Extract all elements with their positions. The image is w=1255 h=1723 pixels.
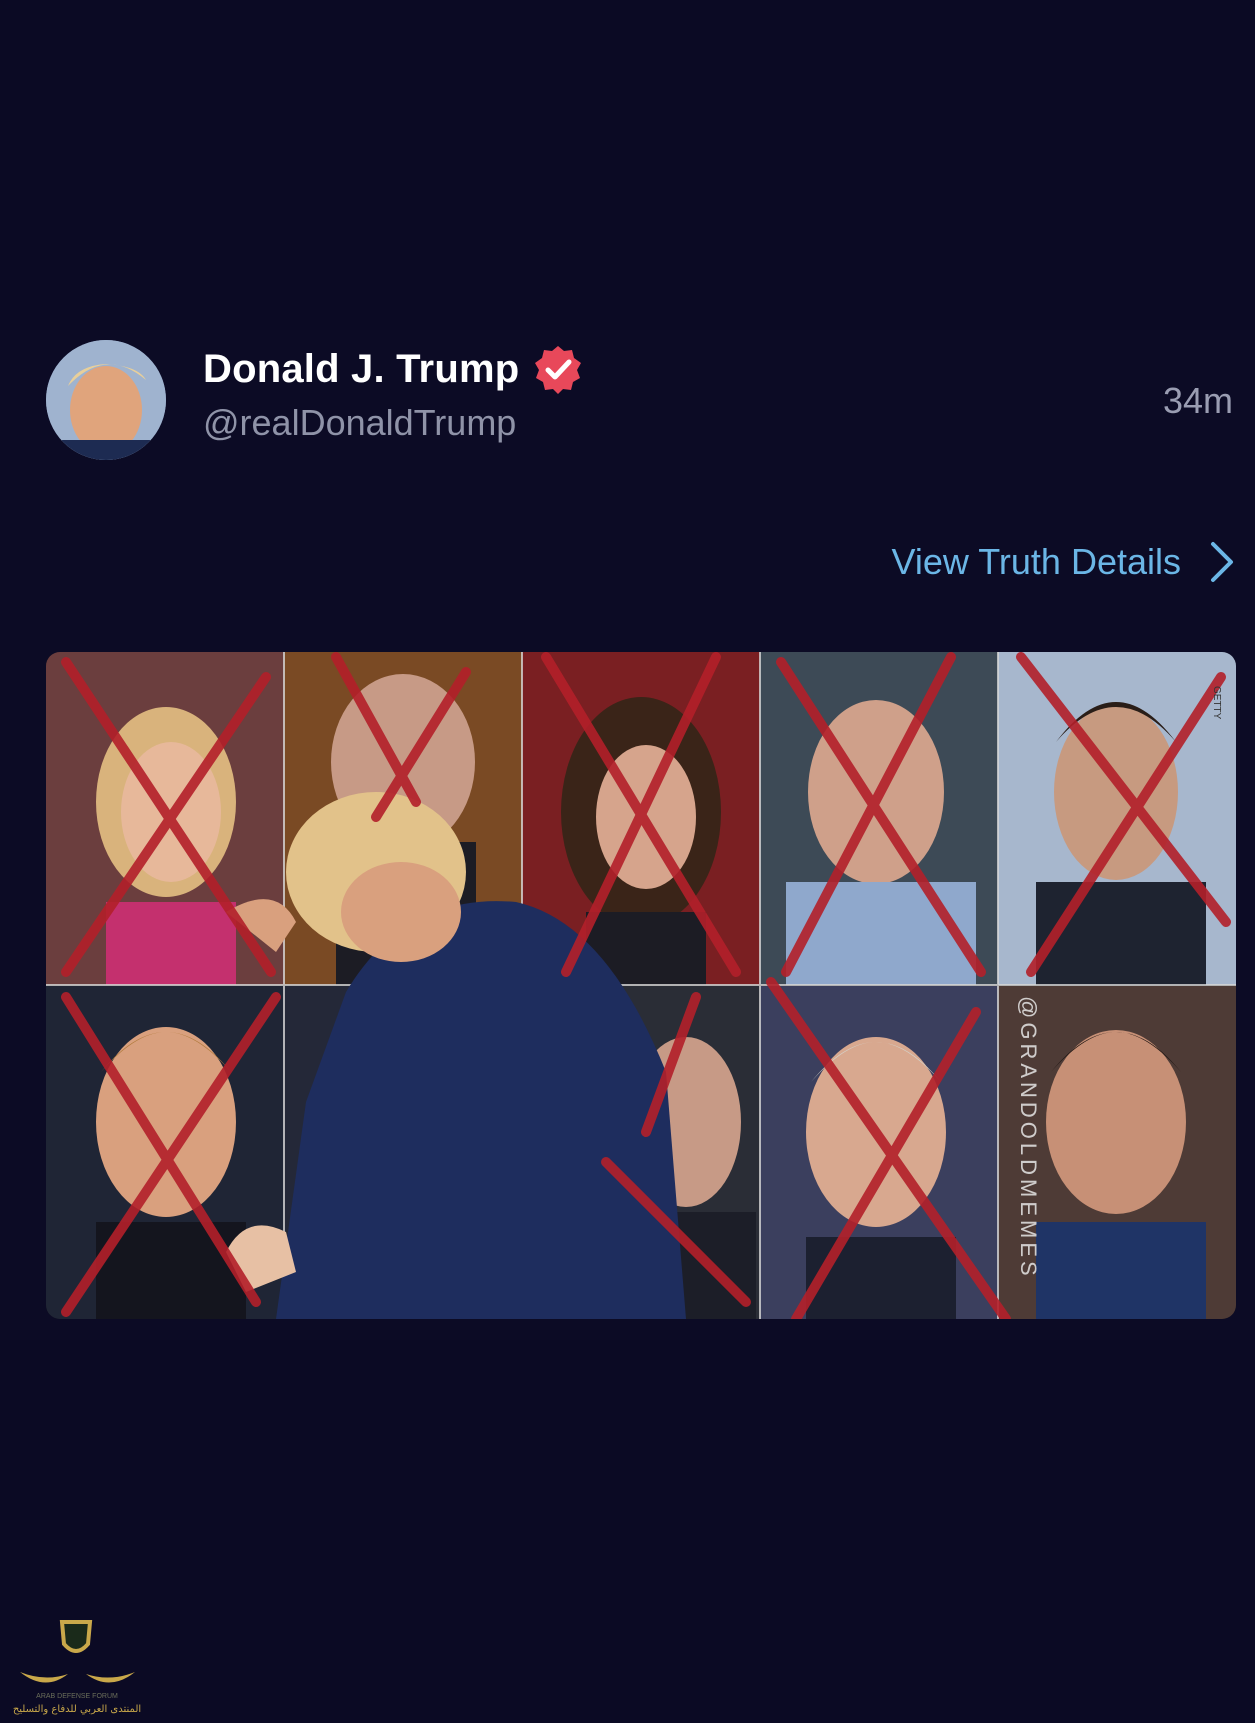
post-image[interactable]: @GRANDOLDMEMES GETTY (46, 652, 1236, 1319)
post-timestamp: 34m (1162, 380, 1233, 421)
author-row: Donald J. Trump (203, 344, 583, 394)
author-handle[interactable]: @realDonaldTrump (203, 402, 516, 444)
display-name[interactable]: Donald J. Trump (203, 347, 519, 392)
avatar[interactable] (46, 340, 166, 460)
forum-logo-english: ARAB DEFENSE FORUM (36, 1693, 118, 1700)
verified-check-icon (535, 346, 582, 394)
media-watermark: @GRANDOLDMEMES (1016, 996, 1041, 1280)
media-credit: GETTY (1211, 686, 1222, 720)
truth-post: Donald J. Trump @realDonaldTrump 34m Vie… (0, 330, 1255, 1340)
forum-logo: ARAB DEFENSE FORUM المنتدى العربي للدفاع… (13, 1620, 141, 1715)
view-truth-details-link[interactable]: View Truth Details (892, 540, 1235, 584)
view-truth-details-label: View Truth Details (891, 541, 1181, 582)
chevron-right-icon (1211, 542, 1233, 582)
screen: Donald J. Trump @realDonaldTrump 34m Vie… (0, 0, 1255, 1723)
forum-logo-arabic: المنتدى العربي للدفاع والتسليح (13, 1704, 141, 1715)
